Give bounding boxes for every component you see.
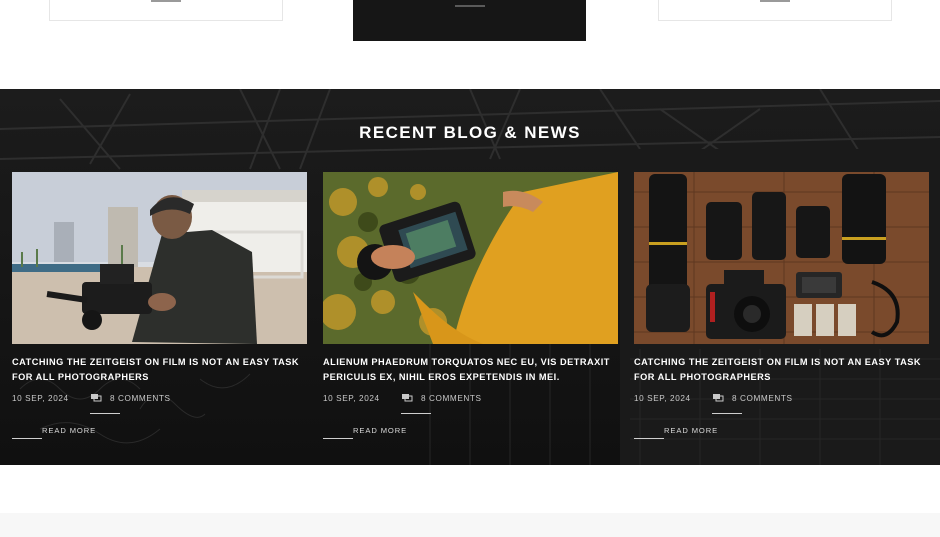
section-title: RECENT BLOG & NEWS bbox=[359, 123, 581, 142]
service-card[interactable] bbox=[49, 0, 283, 21]
card-divider bbox=[151, 0, 181, 2]
post-comments[interactable]: 8 COMMENTS bbox=[110, 394, 171, 403]
top-strip bbox=[0, 0, 940, 89]
post-date: 10 SEP, 2024 bbox=[12, 394, 69, 403]
read-more-underline bbox=[12, 438, 42, 439]
card-divider bbox=[454, 5, 485, 7]
card-divider bbox=[760, 0, 790, 2]
post-thumbnail[interactable] bbox=[323, 172, 618, 344]
post-title[interactable]: CATCHING THE ZEITGEIST ON FILM IS NOT AN… bbox=[634, 355, 929, 385]
post-meta: 10 SEP, 2024 8 COMMENTS bbox=[12, 394, 307, 406]
post-title[interactable]: ALIENUM PHAEDRUM TORQUATOS NEC EU, VIS D… bbox=[323, 355, 618, 385]
post-date: 10 SEP, 2024 bbox=[634, 394, 691, 403]
post-comments[interactable]: 8 COMMENTS bbox=[421, 394, 482, 403]
meta-divider bbox=[712, 413, 742, 414]
post-thumbnail[interactable] bbox=[12, 172, 307, 344]
comment-bubbles-icon bbox=[91, 394, 102, 402]
post-title[interactable]: CATCHING THE ZEITGEIST ON FILM IS NOT AN… bbox=[12, 355, 307, 385]
read-more-link[interactable]: READ MORE bbox=[664, 426, 718, 435]
footer-band bbox=[0, 513, 940, 537]
read-more-link[interactable]: READ MORE bbox=[353, 426, 407, 435]
blog-section: RECENT BLOG & NEWS CATCHING THE ZEITGEIS… bbox=[0, 89, 940, 465]
post-date: 10 SEP, 2024 bbox=[323, 394, 380, 403]
read-more-link[interactable]: READ MORE bbox=[42, 426, 96, 435]
service-card-active[interactable] bbox=[353, 0, 586, 41]
comment-bubbles-icon bbox=[402, 394, 413, 402]
meta-divider bbox=[401, 413, 431, 414]
meta-divider bbox=[90, 413, 120, 414]
read-more-underline bbox=[323, 438, 353, 439]
post-comments[interactable]: 8 COMMENTS bbox=[732, 394, 793, 403]
post-meta: 10 SEP, 2024 8 COMMENTS bbox=[634, 394, 929, 406]
service-card[interactable] bbox=[658, 0, 892, 21]
post-thumbnail[interactable] bbox=[634, 172, 929, 344]
post-meta: 10 SEP, 2024 8 COMMENTS bbox=[323, 394, 618, 406]
comment-bubbles-icon bbox=[713, 394, 724, 402]
read-more-underline bbox=[634, 438, 664, 439]
